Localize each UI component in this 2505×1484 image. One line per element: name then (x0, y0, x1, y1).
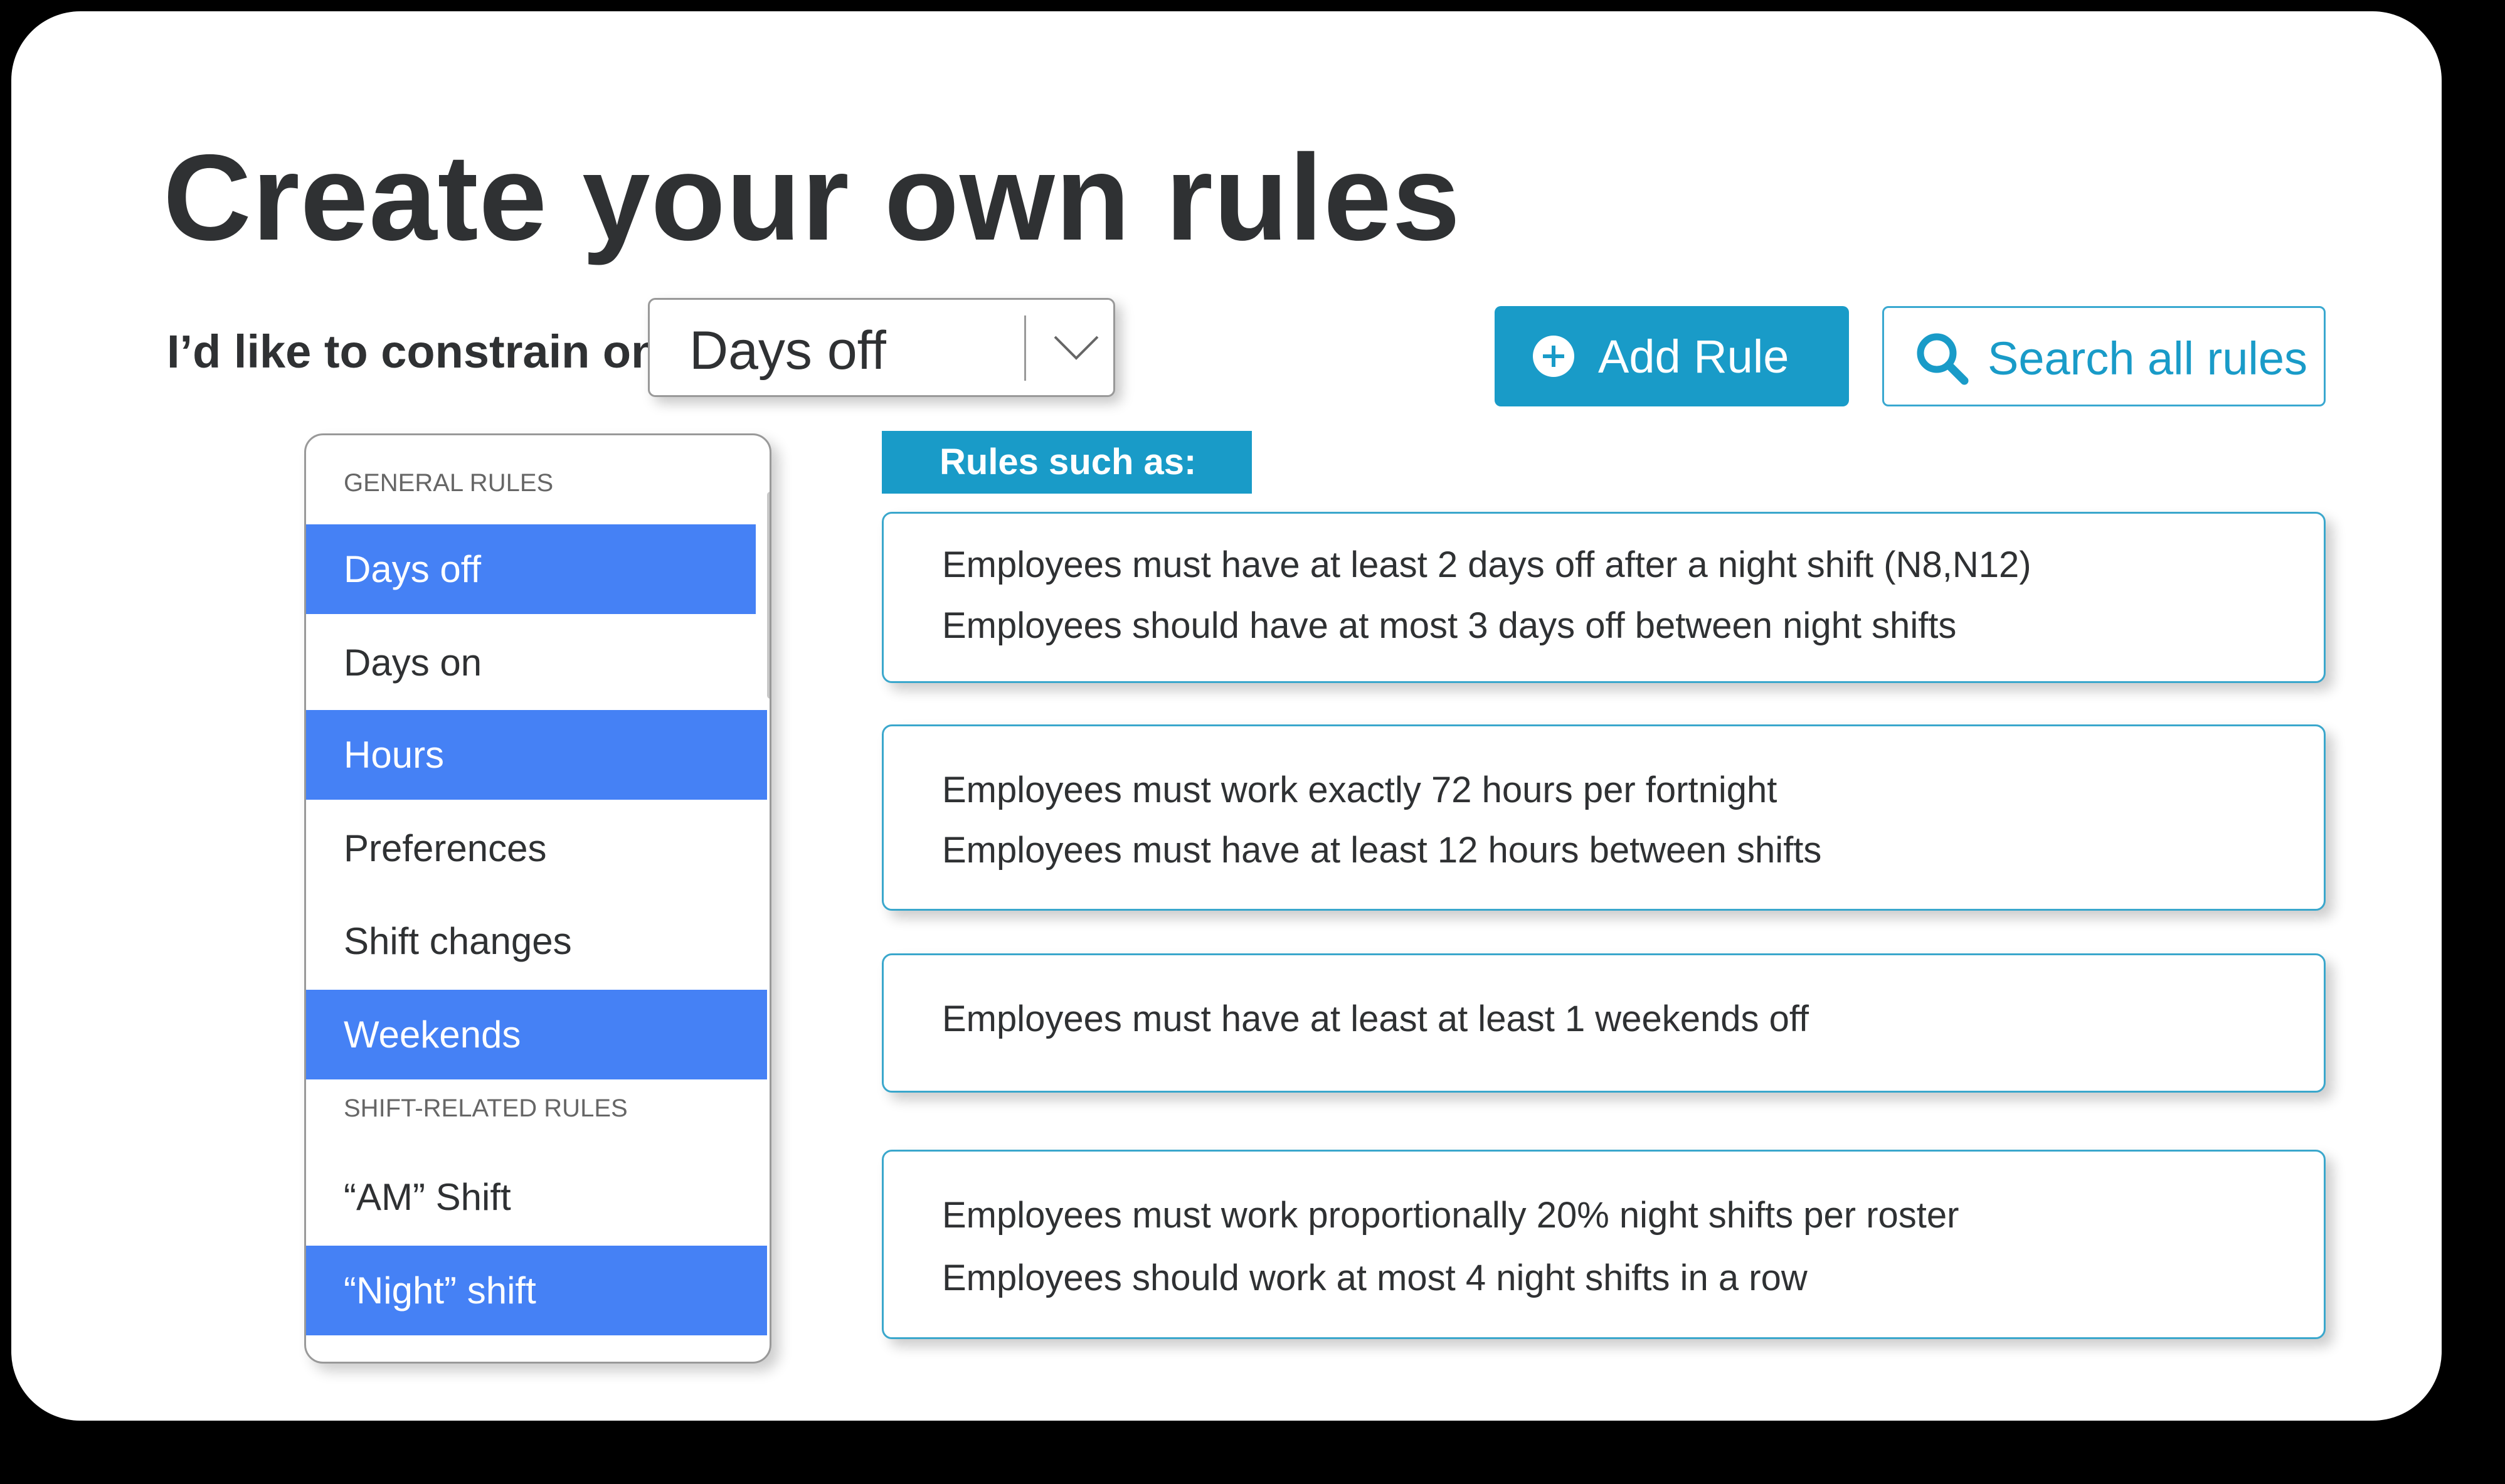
constraint-options-list[interactable]: GENERAL RULES Days off Days on Hours Pre… (304, 433, 771, 1364)
constrain-select-value: Days off (689, 321, 886, 381)
rule-example-line: Employees must have at least at least 1 … (942, 999, 1809, 1039)
chevron-down-icon (1054, 336, 1099, 360)
option-days-on[interactable]: Days on (306, 618, 767, 708)
search-icon (1917, 333, 1969, 385)
constrain-select[interactable]: Days off (648, 298, 1115, 397)
option-days-off[interactable]: Days off (306, 524, 756, 614)
rules-card: Create your own rules I’d like to constr… (11, 11, 2442, 1421)
rule-example-card: Employees must work exactly 72 hours per… (882, 724, 2326, 911)
list-scrollbar[interactable] (767, 492, 770, 699)
rule-example-line: Employees must work proportionally 20% n… (942, 1195, 1959, 1236)
search-rules-label: Search all rules (1988, 332, 2308, 384)
option-night-shift[interactable]: “Night” shift (306, 1246, 767, 1335)
option-shift-changes[interactable]: Shift changes (306, 896, 767, 986)
plus-circle-icon (1533, 336, 1574, 377)
add-rule-button[interactable]: Add Rule (1495, 306, 1849, 406)
rule-example-line: Employees must work exactly 72 hours per… (942, 770, 1777, 810)
rule-example-line: Employees should have at most 3 days off… (942, 605, 1957, 646)
option-weekends[interactable]: Weekends (306, 990, 767, 1079)
add-rule-label: Add Rule (1598, 331, 1789, 383)
rule-example-card: Employees must work proportionally 20% n… (882, 1150, 2326, 1339)
option-preferences[interactable]: Preferences (306, 803, 767, 893)
group-header-shift: SHIFT-RELATED RULES (344, 1094, 628, 1122)
rule-example-card: Employees must have at least 2 days off … (882, 512, 2326, 683)
page-title: Create your own rules (163, 129, 1461, 266)
rule-example-card: Employees must have at least at least 1 … (882, 953, 2326, 1093)
examples-heading: Rules such as: (882, 431, 1252, 494)
rule-example-line: Employees should work at most 4 night sh… (942, 1258, 1808, 1298)
search-rules-button[interactable]: Search all rules (1882, 306, 2326, 406)
option-hours[interactable]: Hours (306, 710, 767, 800)
group-header-general: GENERAL RULES (344, 469, 554, 497)
constrain-label: I’d like to constrain on (167, 326, 660, 378)
rule-example-line: Employees must have at least 12 hours be… (942, 830, 1822, 871)
select-divider (1024, 315, 1026, 381)
option-am-shift[interactable]: “AM” Shift (306, 1152, 767, 1242)
rule-example-line: Employees must have at least 2 days off … (942, 544, 2031, 585)
